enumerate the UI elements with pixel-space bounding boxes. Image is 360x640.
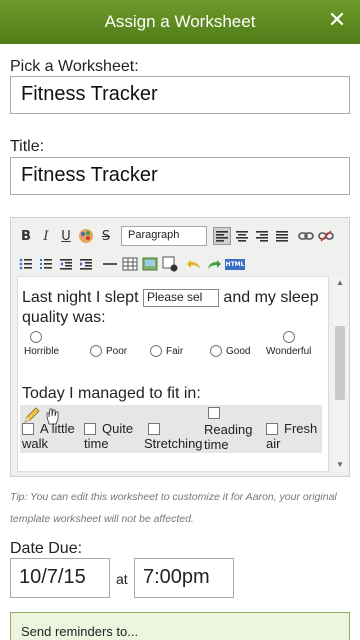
fit-option-label-2: time: [84, 436, 109, 451]
quality-option-wonderful[interactable]: Wonderful: [266, 331, 311, 357]
unlink-icon[interactable]: [317, 227, 335, 245]
checkbox[interactable]: [22, 422, 34, 435]
quality-option-label: Wonderful: [266, 346, 312, 357]
quality-option-poor[interactable]: Poor: [90, 345, 127, 357]
outdent-icon[interactable]: [57, 255, 75, 273]
bold-icon[interactable]: B: [17, 227, 35, 245]
worksheet-select[interactable]: Fitness Tracker: [10, 76, 350, 114]
radio-button[interactable]: [90, 345, 102, 357]
title-label: Title:: [10, 138, 45, 155]
table-icon[interactable]: [121, 255, 139, 273]
quality-option-label: Good: [226, 345, 251, 357]
header-bar: Assign a Worksheet ✕: [0, 0, 360, 44]
scroll-up-icon[interactable]: ▲: [335, 278, 345, 288]
send-reminders-button[interactable]: Send reminders to...: [10, 612, 350, 640]
quality-option-fair[interactable]: Fair: [150, 345, 183, 357]
form-field-icon[interactable]: [161, 255, 179, 273]
numbered-list-icon[interactable]: [37, 255, 55, 273]
editor-content[interactable]: Last night I slept Please sel and my sle…: [17, 276, 329, 472]
fit-option-label: A little: [40, 421, 75, 436]
quality-option-good[interactable]: Good: [210, 345, 250, 357]
sleep-line: Last night I slept Please sel and my sle…: [22, 289, 319, 307]
fit-option-label: Fresh: [284, 421, 318, 436]
sleep-line-suffix: and my sleep: [223, 289, 319, 307]
fit-option-row: [144, 421, 203, 436]
fit-option-label: Quite: [102, 421, 134, 436]
quality-option-horrible[interactable]: Horrible: [24, 331, 59, 357]
radio-button[interactable]: [150, 345, 162, 357]
sleep-select[interactable]: Please sel: [142, 289, 219, 307]
bullet-list-icon[interactable]: [17, 255, 35, 273]
fit-options-block: A little walk Quite time Stretching Read…: [20, 405, 322, 453]
quality-line: quality was:: [22, 309, 106, 326]
html-icon-label: HTML: [224, 258, 246, 270]
fit-option-label-2: Stretching: [144, 436, 203, 451]
fit-option-label-2: walk: [22, 436, 49, 451]
fit-option-row: Quite: [84, 421, 133, 436]
justify-icon[interactable]: [273, 227, 291, 245]
underline-icon[interactable]: U: [57, 227, 75, 245]
fit-option-stretching[interactable]: Stretching: [144, 421, 203, 451]
checkbox[interactable]: [266, 422, 278, 435]
tip-text: Tip: You can edit this worksheet to cust…: [10, 491, 337, 525]
align-center-icon[interactable]: [233, 227, 251, 245]
radio-button[interactable]: [30, 331, 42, 343]
checkbox[interactable]: [84, 422, 96, 435]
title-input[interactable]: Fitness Tracker: [10, 157, 350, 195]
align-left-icon[interactable]: [213, 227, 231, 245]
fit-option-row: [204, 407, 252, 422]
align-right-icon[interactable]: [253, 227, 271, 245]
radio-button[interactable]: [282, 331, 295, 343]
redo-icon[interactable]: [205, 255, 223, 273]
toolbar-row-2: HTML: [17, 255, 246, 273]
radio-button[interactable]: [210, 345, 222, 357]
color-icon[interactable]: [77, 227, 95, 245]
worksheet-label: Pick a Worksheet:: [10, 58, 139, 75]
quality-option-label: Horrible: [24, 346, 60, 357]
fit-line: Today I managed to fit in:: [22, 385, 201, 402]
fit-option-walk[interactable]: A little walk: [22, 407, 75, 451]
page-title: Assign a Worksheet: [104, 12, 256, 31]
undo-icon[interactable]: [185, 255, 203, 273]
format-select[interactable]: Paragraph: [121, 226, 207, 246]
date-input[interactable]: 10/7/15: [10, 558, 110, 598]
toolbar-row-1: B I U S Paragraph: [17, 226, 335, 246]
quality-option-label: Poor: [106, 345, 128, 357]
fit-option-reading[interactable]: Reading time: [204, 407, 252, 452]
fit-option-fresh-air[interactable]: Fresh air: [266, 421, 317, 451]
strikethrough-icon[interactable]: S: [97, 227, 115, 245]
sleep-line-prefix: Last night I slept: [22, 289, 139, 307]
fit-option-label-2: time: [204, 437, 229, 452]
indent-icon[interactable]: [77, 255, 95, 273]
at-label: at: [116, 571, 128, 587]
close-icon[interactable]: ✕: [326, 10, 348, 32]
editor-scrollbar[interactable]: ▲ ▼: [333, 276, 347, 472]
send-reminders-label: Send reminders to...: [21, 624, 139, 639]
time-input[interactable]: 7:00pm: [134, 558, 234, 598]
fit-option-label: Reading: [204, 422, 253, 437]
fit-option-time[interactable]: Quite time: [84, 421, 133, 451]
horizontal-rule-icon[interactable]: [101, 255, 119, 273]
checkbox[interactable]: [148, 422, 160, 435]
date-due-label: Date Due:: [10, 540, 83, 557]
scroll-down-icon[interactable]: ▼: [335, 460, 345, 470]
rich-text-editor: B I U S Paragraph HTML Last night I slep…: [10, 217, 350, 477]
scroll-thumb[interactable]: [335, 326, 345, 400]
checkbox[interactable]: [208, 407, 220, 419]
fit-option-label-2: air: [266, 436, 281, 451]
image-icon[interactable]: [141, 255, 159, 273]
quality-option-label: Fair: [166, 345, 184, 357]
fit-option-row: Fresh: [266, 421, 317, 436]
italic-icon[interactable]: I: [37, 227, 55, 245]
link-icon[interactable]: [297, 227, 315, 245]
fit-option-row: A little: [22, 421, 75, 436]
html-icon[interactable]: HTML: [224, 255, 246, 273]
